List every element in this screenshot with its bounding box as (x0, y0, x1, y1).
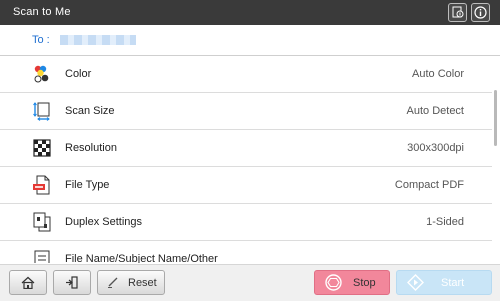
destination-row[interactable]: To : (0, 25, 500, 56)
user-info-button[interactable] (448, 3, 467, 22)
logout-button[interactable] (53, 270, 91, 295)
setting-value: Auto Color (412, 68, 464, 80)
file-name-icon (34, 250, 50, 263)
setting-label: Color (65, 68, 92, 80)
setting-row-file-name[interactable]: File Name/Subject Name/Other (0, 241, 492, 263)
destination-label: To : (32, 34, 50, 46)
list-scrollbar[interactable] (494, 90, 497, 146)
screen-title: Scan to Me (13, 6, 71, 18)
stop-icon (325, 274, 342, 291)
home-button[interactable] (9, 270, 47, 295)
reset-icon (108, 277, 118, 288)
setting-row-color[interactable]: Color Auto Color (0, 56, 492, 93)
setting-row-file-type[interactable]: File Type Compact PDF (0, 167, 492, 204)
resolution-icon (33, 139, 51, 157)
setting-row-scan-size[interactable]: Scan Size Auto Detect (0, 93, 492, 130)
stop-button[interactable]: Stop (314, 270, 390, 295)
settings-list[interactable]: Color Auto Color Scan Size Auto Detect R… (0, 56, 492, 263)
setting-label: File Name/Subject Name/Other (65, 253, 218, 263)
reset-button[interactable]: Reset (97, 270, 165, 295)
setting-label: Scan Size (65, 105, 115, 117)
logout-icon (66, 276, 78, 289)
reset-label: Reset (128, 277, 157, 289)
duplex-icon (33, 212, 51, 232)
setting-label: Resolution (65, 142, 117, 154)
scan-size-icon (33, 102, 50, 121)
start-icon (407, 274, 424, 291)
setting-value: Auto Detect (406, 105, 464, 117)
start-label: Start (441, 277, 465, 289)
start-button[interactable]: Start (396, 270, 492, 295)
setting-value: 1-Sided (426, 216, 464, 228)
file-type-pdf-icon (33, 175, 50, 195)
setting-label: File Type (65, 179, 110, 191)
color-icon (34, 65, 49, 83)
setting-row-resolution[interactable]: Resolution 300x300dpi (0, 130, 492, 167)
setting-value: Compact PDF (394, 179, 464, 191)
title-bar: Scan to Me (0, 0, 500, 25)
bottom-action-bar: Reset Stop Start (0, 264, 500, 301)
setting-label: Duplex Settings (65, 216, 143, 228)
destination-value-redacted (60, 35, 136, 45)
stop-label: Stop (353, 277, 376, 289)
home-icon (21, 276, 35, 289)
info-icon (474, 6, 487, 19)
user-info-icon (452, 6, 463, 18)
setting-row-duplex[interactable]: Duplex Settings 1-Sided (0, 204, 492, 241)
info-button[interactable] (471, 3, 490, 22)
setting-value: 300x300dpi (407, 142, 464, 154)
